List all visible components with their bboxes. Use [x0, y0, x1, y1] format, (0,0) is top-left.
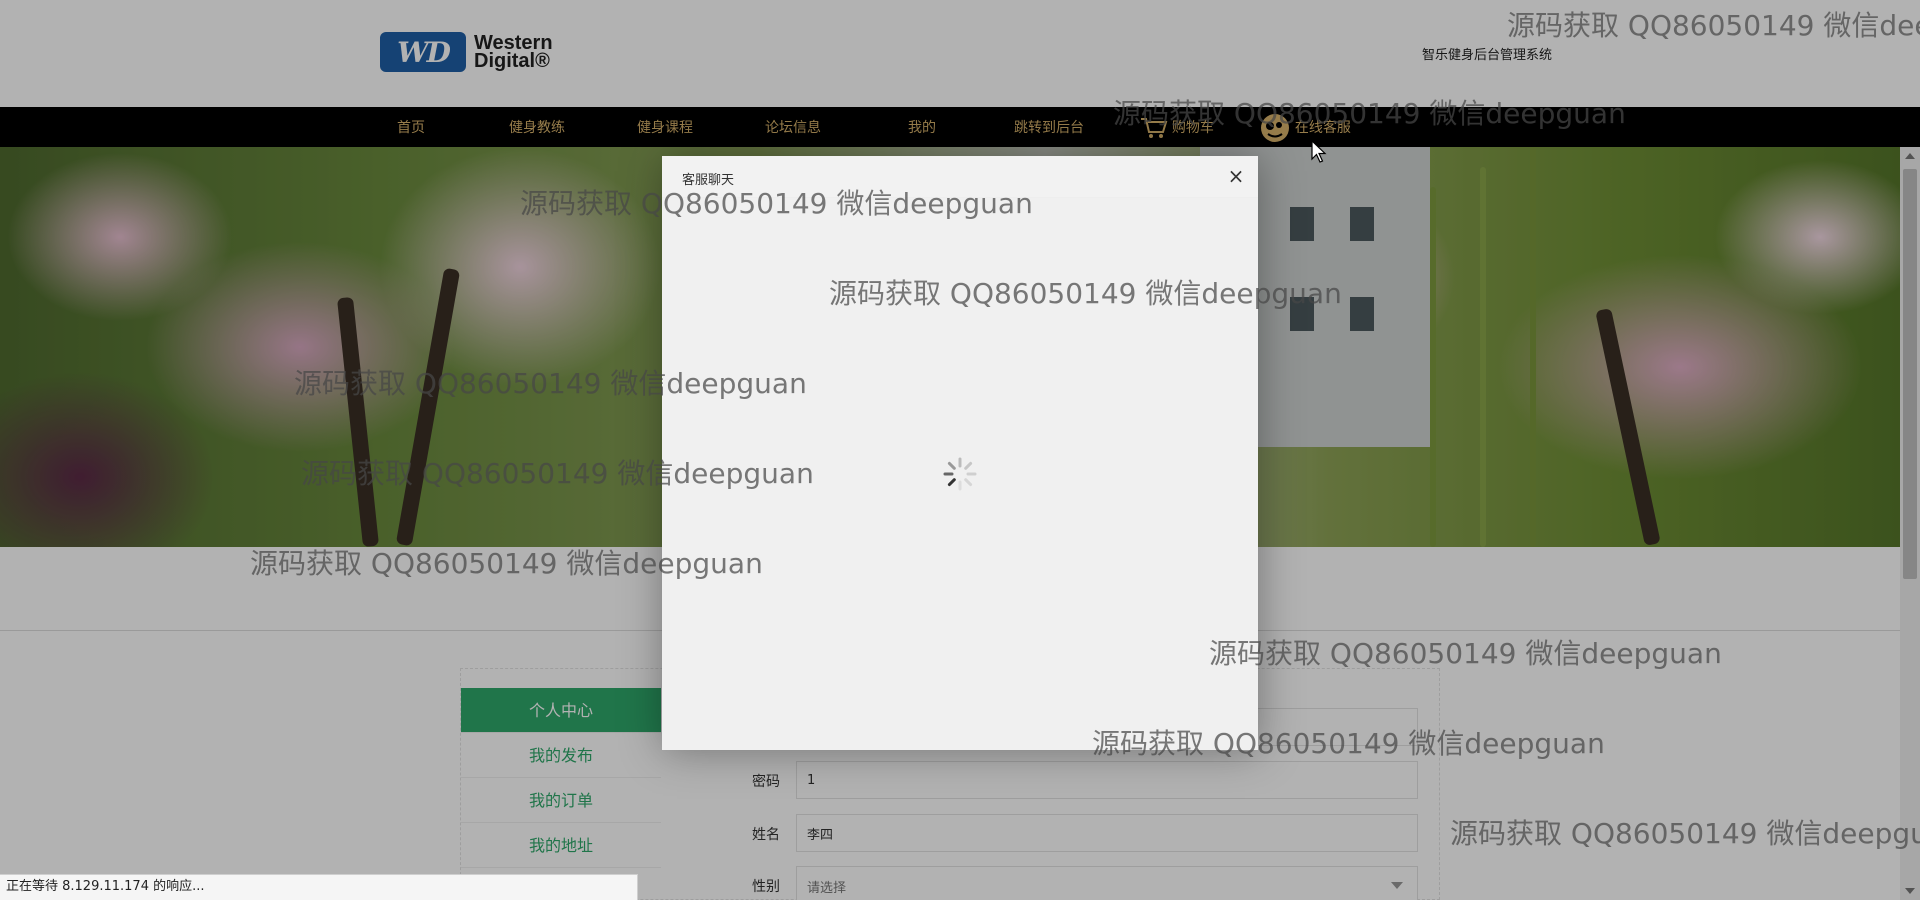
customer-chat-dialog: 客服聊天 ×: [662, 156, 1258, 750]
close-icon[interactable]: ×: [1226, 166, 1246, 186]
loading-spinner-icon: [942, 456, 978, 492]
dialog-header: 客服聊天 ×: [662, 156, 1258, 198]
browser-status-bar: 正在等待 8.129.11.174 的响应...: [0, 874, 638, 900]
dialog-title: 客服聊天: [682, 173, 735, 188]
mouse-cursor-icon: [1311, 139, 1327, 164]
